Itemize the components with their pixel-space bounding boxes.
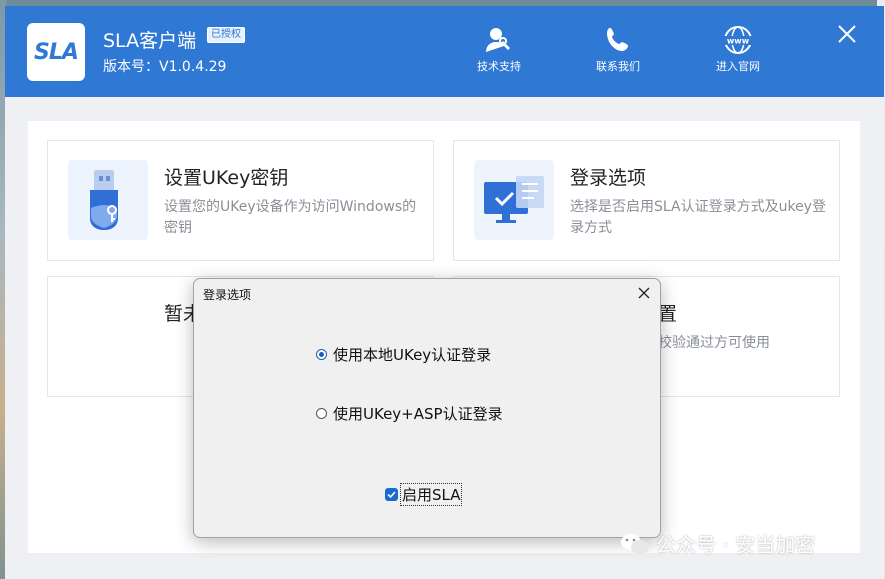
phone-icon (603, 24, 633, 56)
card-description: 校验通过方可使用 (658, 335, 770, 351)
card-description: 选择是否启用SLA认证登录方式及ukey登录方式 (570, 199, 826, 236)
svg-text:www: www (727, 37, 750, 46)
tech-support-label: 技术支持 (477, 60, 521, 73)
radio-label: 使用本地UKey认证登录 (333, 346, 492, 364)
radio-local-ukey[interactable]: 使用本地UKey认证登录 (316, 344, 491, 365)
radio-label: 使用UKey+ASP认证登录 (333, 405, 503, 423)
globe-www-icon: www (722, 24, 754, 56)
card-title: 设置UKey密钥 (164, 167, 289, 189)
version-label: 版本号：V1.0.4.29 (103, 59, 227, 75)
dialog-title: 登录选项 (203, 288, 252, 302)
card-description: 设置您的UKey设备作为访问Windows的密钥 (164, 199, 417, 236)
app-title: SLA客户端 (103, 30, 197, 52)
logo-text: SLA (34, 39, 79, 65)
official-site-label: 进入官网 (716, 60, 760, 73)
official-site-button[interactable]: www 进入官网 (703, 24, 773, 74)
contact-us-label: 联系我们 (596, 60, 640, 73)
monitor-check-icon (474, 160, 554, 240)
close-icon (638, 287, 650, 299)
card-title: 登录选项 (570, 167, 647, 189)
check-icon (387, 491, 396, 499)
radio-button[interactable] (316, 408, 327, 419)
window-close-button[interactable] (833, 20, 861, 48)
usb-key-icon (68, 160, 148, 240)
tech-support-button[interactable]: 技术支持 (464, 24, 534, 74)
login-options-dialog: 登录选项 使用本地UKey认证登录 使用UKey+ASP认证登录 启用SLA (193, 278, 661, 538)
title-bar: SLA SLA客户端 已授权 版本号：V1.0.4.29 技术支持 联系我们 w… (5, 6, 884, 97)
checkbox-checked[interactable] (385, 488, 398, 501)
support-icon (484, 24, 514, 56)
wechat-icon (621, 533, 649, 554)
card-login-options[interactable]: 登录选项 选择是否启用SLA认证登录方式及ukey登录方式 (453, 140, 840, 261)
dialog-close-button[interactable] (635, 284, 653, 302)
checkbox-label: 启用SLA (399, 483, 463, 506)
app-logo: SLA (27, 23, 85, 81)
watermark: 公众号 · 安当加密 (620, 529, 815, 558)
card-ukey-key[interactable]: 设置UKey密钥 设置您的UKey设备作为访问Windows的密钥 (47, 140, 434, 261)
watermark-text: 公众号 · 安当加密 (656, 533, 816, 557)
radio-ukey-asp[interactable]: 使用UKey+ASP认证登录 (316, 403, 503, 424)
close-icon (838, 25, 856, 43)
radio-button-selected[interactable] (316, 349, 327, 360)
contact-us-button[interactable]: 联系我们 (583, 24, 653, 74)
enable-sla-checkbox[interactable]: 启用SLA (385, 483, 463, 506)
license-badge: 已授权 (207, 27, 245, 43)
